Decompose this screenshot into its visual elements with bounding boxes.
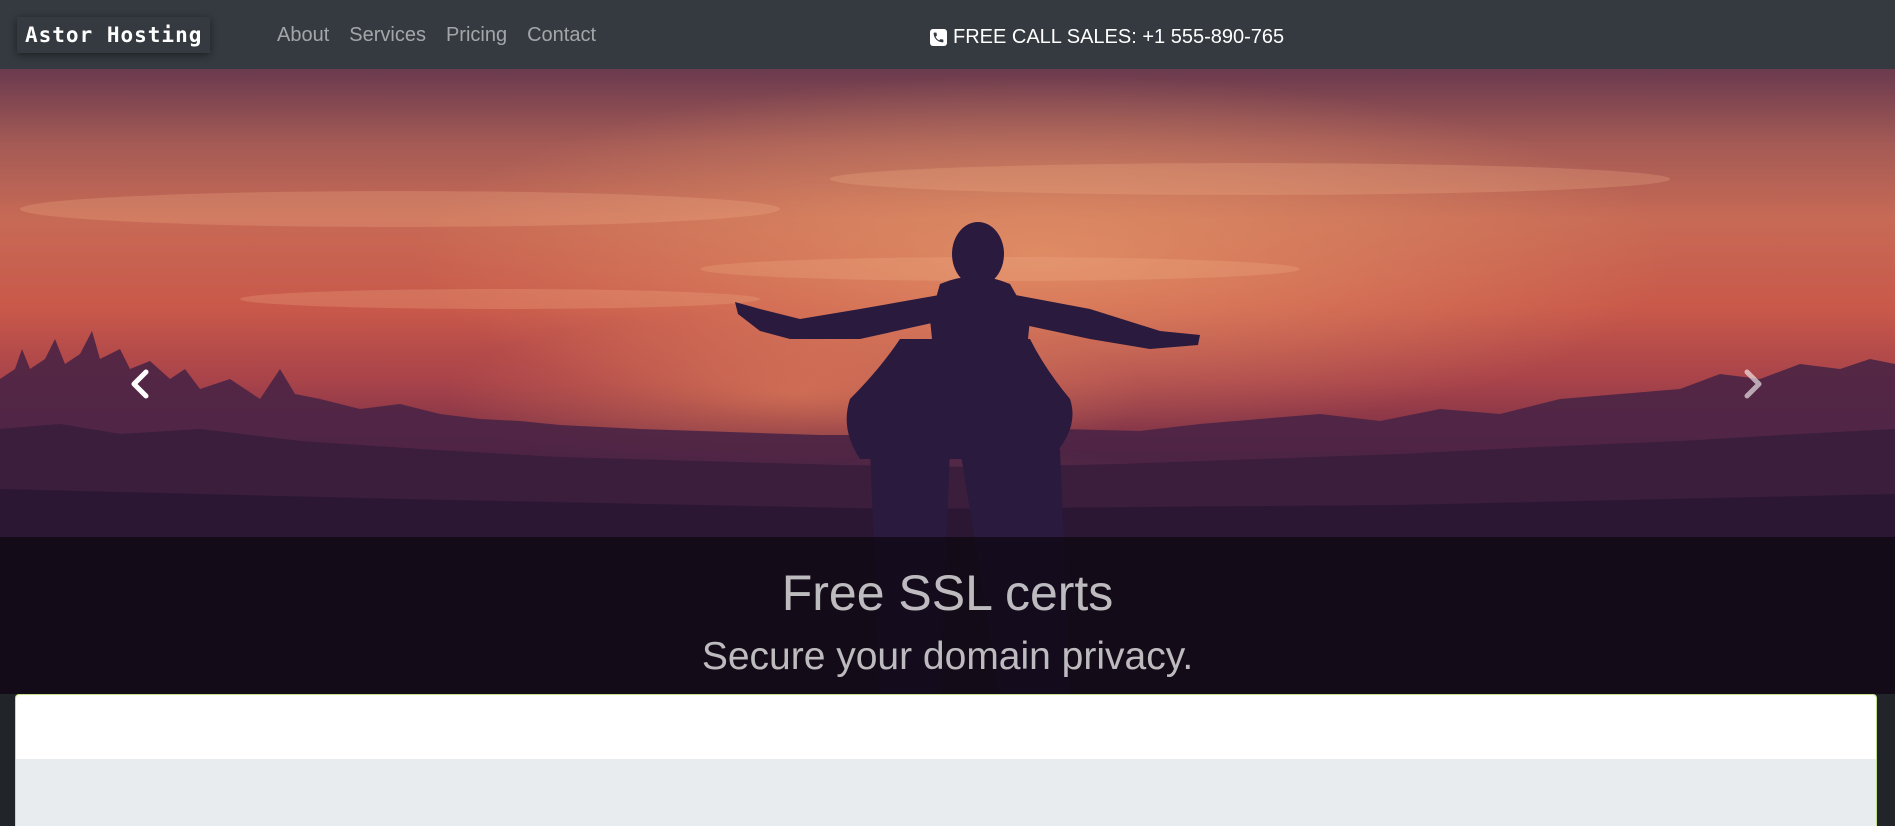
- phone-icon: [930, 28, 947, 46]
- top-navbar: Astor Hosting About Services Pricing Con…: [0, 0, 1895, 69]
- slide-caption-subtitle: Secure your domain privacy.: [701, 635, 1194, 678]
- sales-phone-text: FREE CALL SALES: +1 555-890-765: [953, 26, 1285, 48]
- brand-logo[interactable]: Astor Hosting: [17, 17, 211, 53]
- hero-carousel: Free SSL certs Secure your domain privac…: [0, 69, 1895, 694]
- nav-link-contact[interactable]: Contact: [517, 20, 606, 50]
- content-card-body: [16, 759, 1876, 826]
- chevron-left-icon: [131, 369, 149, 399]
- carousel-next-button[interactable]: [1733, 359, 1773, 409]
- chevron-right-icon: [1744, 369, 1762, 399]
- content-card: [15, 694, 1877, 826]
- nav-links: About Services Pricing Contact: [267, 20, 606, 50]
- nav-link-services[interactable]: Services: [339, 20, 436, 50]
- slide-caption-title: Free SSL certs: [781, 565, 1114, 621]
- nav-link-about[interactable]: About: [267, 20, 339, 50]
- nav-link-pricing[interactable]: Pricing: [436, 20, 517, 50]
- carousel-prev-button[interactable]: [120, 359, 160, 409]
- sales-phone: FREE CALL SALES: +1 555-890-765: [930, 24, 1284, 50]
